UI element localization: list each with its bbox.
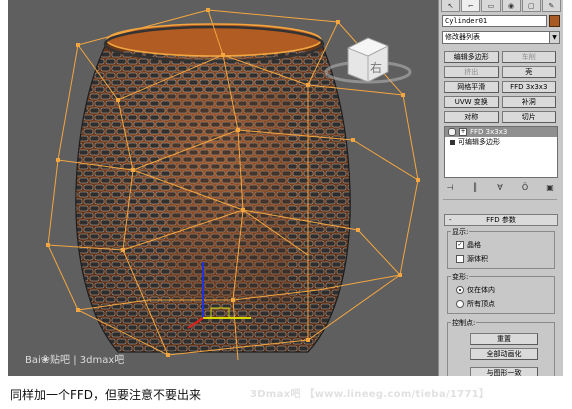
site-watermark: 3Dmax吧 【www.lineeg.com/tieba/1771】 <box>250 389 490 400</box>
display-group: 显示: ✓ 晶格 源体积 <box>447 227 555 269</box>
viewcube-face-label: 右 <box>370 60 382 75</box>
slice-button[interactable]: 切片 <box>501 111 556 123</box>
only-in-volume-label: 仅在体内 <box>467 286 495 294</box>
command-panel-tabs: ↖ ⌐ ▭ ◉ ▢ ✎ <box>441 0 562 12</box>
configure-sets-icon[interactable]: ▣ <box>543 183 557 193</box>
make-unique-icon[interactable]: ∀ <box>493 183 507 193</box>
lattice-label: 晶格 <box>467 241 481 249</box>
symmetry-button[interactable]: 对称 <box>444 111 499 123</box>
tab-display[interactable]: ▢ <box>521 0 541 12</box>
viewcube[interactable]: 右 <box>324 37 412 84</box>
stack-toolbar: ⊣ ║ ∀ Ö ▣ <box>443 182 557 194</box>
watermark-tieba: 贴吧 <box>50 355 70 366</box>
ffd-3x3x3-button[interactable]: FFD 3x3x3 <box>501 81 556 93</box>
only-in-volume-radio[interactable]: 仅在体内 <box>456 285 495 295</box>
caption-text: 同样加一个FFD，但要注意不要出来 <box>10 388 202 402</box>
paw-icon: ❀ <box>40 353 50 366</box>
stack-item-label: FFD 3x3x3 <box>470 128 508 136</box>
animate-all-button[interactable]: 全部动画化 <box>470 348 538 360</box>
stack-item-ffd[interactable]: + FFD 3x3x3 <box>445 127 557 137</box>
tab-hierarchy[interactable]: ▭ <box>481 0 501 12</box>
perspective-viewport[interactable]: 右 Bai❀贴吧 | 3dmax吧 <box>8 0 438 376</box>
all-vertices-label: 所有顶点 <box>467 300 495 308</box>
uvw-xform-button[interactable]: UVW 变换 <box>444 96 499 108</box>
baidu-tieba-watermark: Bai❀贴吧 | 3dmax吧 <box>25 351 124 366</box>
object-name-field[interactable]: Cylinder01 <box>442 15 547 27</box>
stack-item-editable-poly[interactable]: 可编辑多边形 <box>445 137 557 147</box>
modifier-button-set: 编辑多边形 车削 挤出 壳 网格平滑 FFD 3x3x3 UVW 变换 补洞 对… <box>444 51 556 123</box>
tab-motion[interactable]: ◉ <box>501 0 521 12</box>
remove-modifier-icon[interactable]: Ö <box>518 183 532 193</box>
modifier-list-label: 修改器列表 <box>445 33 480 41</box>
show-end-result-icon[interactable]: ║ <box>468 183 482 193</box>
shell-button[interactable]: 壳 <box>501 66 556 78</box>
rollout-title: FFD 参数 <box>486 216 516 224</box>
viewport-scene: 右 <box>46 8 420 361</box>
watermark-site: 3dmax吧 <box>79 355 125 366</box>
checkbox-unchecked-icon <box>456 255 464 263</box>
all-vertices-radio[interactable]: 所有顶点 <box>456 299 495 309</box>
radio-unselected-icon <box>456 300 464 308</box>
cap-holes-button[interactable]: 补洞 <box>501 96 556 108</box>
ffd-params-rollout-header[interactable]: - FFD 参数 <box>444 214 558 226</box>
chevron-down-icon: ▼ <box>549 32 559 43</box>
extrude-button[interactable]: 挤出 <box>444 66 499 78</box>
tab-create[interactable]: ↖ <box>441 0 461 12</box>
modifier-list-dropdown[interactable]: 修改器列表 ▼ <box>442 31 560 44</box>
command-panel: ↖ ⌐ ▭ ◉ ▢ ✎ Cylinder01 修改器列表 ▼ 编辑多边形 车削 … <box>438 0 563 376</box>
edit-poly-button[interactable]: 编辑多边形 <box>444 51 499 63</box>
tab-modify[interactable]: ⌐ <box>461 0 481 12</box>
radio-selected-icon <box>456 286 464 294</box>
display-group-label: 显示: <box>451 227 470 237</box>
source-volume-label: 源体积 <box>467 255 488 263</box>
watermark-logo: Bai <box>25 355 41 366</box>
reset-button[interactable]: 重置 <box>470 333 538 345</box>
lathe-button[interactable]: 车削 <box>501 51 556 63</box>
control-points-group-label: 控制点: <box>451 318 477 328</box>
object-color-swatch[interactable] <box>549 15 560 27</box>
deform-group-label: 变形: <box>451 272 470 282</box>
modifier-stack[interactable]: + FFD 3x3x3 可编辑多边形 <box>444 126 558 178</box>
divider <box>443 199 557 200</box>
checkbox-checked-icon: ✓ <box>456 241 464 249</box>
tab-utilities[interactable]: ✎ <box>541 0 562 12</box>
square-bullet-icon <box>450 139 455 145</box>
meshsmooth-button[interactable]: 网格平滑 <box>444 81 499 93</box>
stack-item-label: 可编辑多边形 <box>458 138 500 146</box>
collapse-icon: - <box>449 216 452 224</box>
deform-group: 变形: 仅在体内 所有顶点 <box>447 272 555 314</box>
watermark-divider: | <box>73 355 77 366</box>
conform-to-shape-button[interactable]: 与图形一致 <box>470 367 538 376</box>
lightbulb-icon[interactable] <box>448 128 456 136</box>
lattice-checkbox[interactable]: ✓ 晶格 <box>456 240 481 250</box>
pin-stack-icon[interactable]: ⊣ <box>443 183 457 193</box>
expand-icon[interactable]: + <box>459 128 467 136</box>
source-volume-checkbox[interactable]: 源体积 <box>456 254 488 264</box>
control-points-group: 控制点: 重置 全部动画化 与图形一致 <box>447 318 555 376</box>
vase-mesh[interactable] <box>68 39 368 358</box>
